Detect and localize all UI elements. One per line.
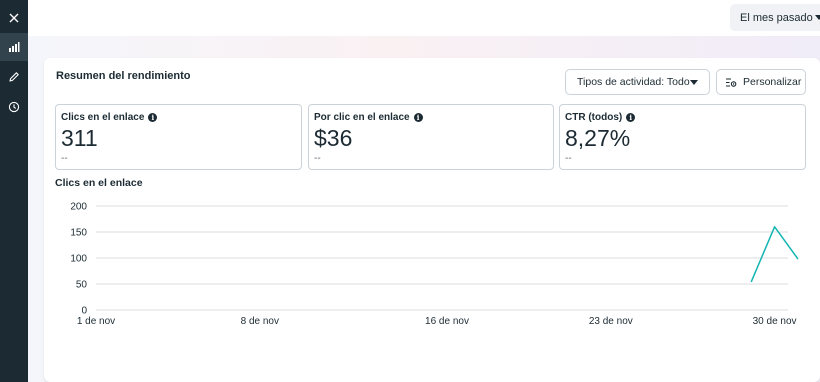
y-tick-label: 50	[76, 280, 88, 291]
y-tick-label: 150	[70, 228, 87, 239]
x-tick-label: 30 de nov	[753, 316, 797, 327]
close-button[interactable]	[0, 4, 28, 32]
series-line	[750, 226, 799, 283]
sidebar-item-insights[interactable]	[0, 33, 28, 61]
x-tick-label: 23 de nov	[589, 316, 633, 327]
link-clicks-chart: 0 50 100 150 200 1 de nov 8 de nov 16 de nov 23 …	[70, 202, 799, 327]
y-tick-label: 0	[81, 306, 87, 317]
x-tick-label: 16 de nov	[425, 316, 469, 327]
period-select-label: El mes pasado	[740, 11, 813, 24]
x-tick-label: 1 de nov	[77, 316, 115, 327]
y-tick-label: 100	[70, 254, 87, 265]
top-bar: El mes pasado	[28, 0, 820, 36]
period-select[interactable]: El mes pasado	[730, 4, 820, 31]
sidebar-item-edit[interactable]	[0, 63, 28, 91]
chevron-down-icon	[815, 15, 820, 20]
pencil-icon	[9, 72, 19, 82]
performance-summary-card: Resumen del rendimiento Tipos de activid…	[44, 58, 820, 382]
bar-chart-icon	[9, 42, 20, 52]
sidebar	[0, 0, 28, 382]
clock-icon	[8, 101, 20, 113]
y-tick-label: 200	[70, 202, 87, 213]
sidebar-item-history[interactable]	[0, 93, 28, 121]
x-tick-label: 8 de nov	[241, 316, 279, 327]
close-icon	[9, 13, 19, 23]
